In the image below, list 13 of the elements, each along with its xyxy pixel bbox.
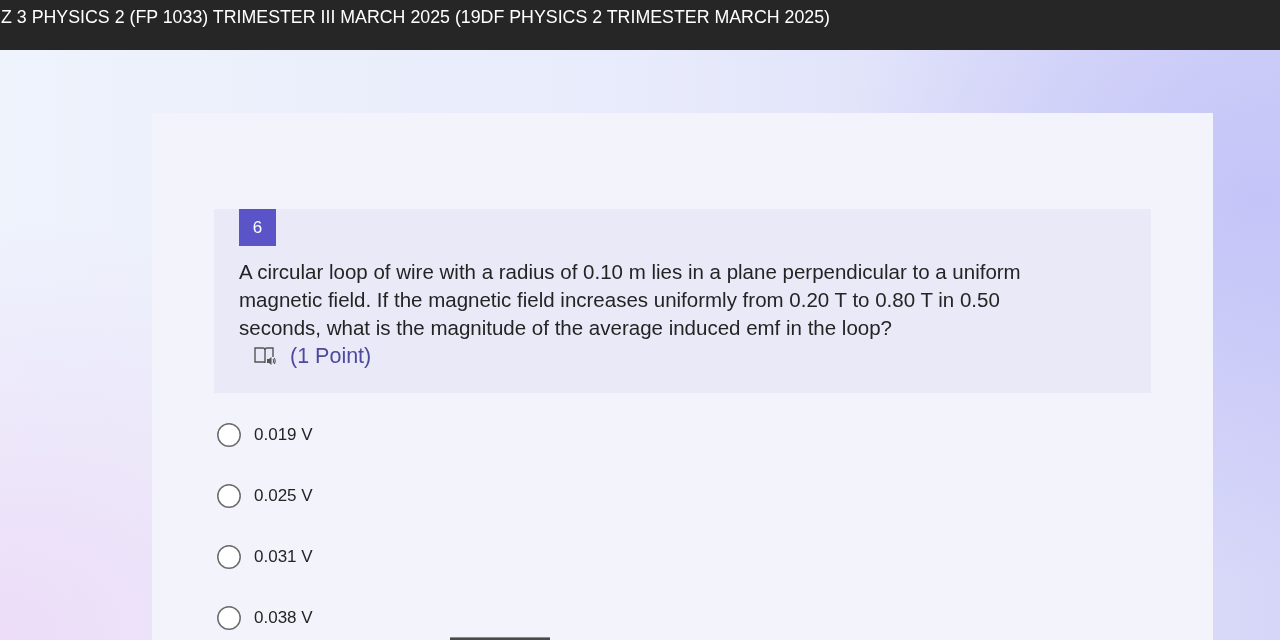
radio-button[interactable] — [217, 422, 241, 447]
answer-option[interactable]: 0.031 V — [217, 526, 313, 587]
answer-option[interactable]: 0.038 V — [217, 587, 313, 640]
radio-button[interactable] — [217, 544, 241, 569]
question-number: 6 — [239, 209, 276, 246]
radio-button[interactable] — [217, 605, 241, 630]
immersive-reader-icon[interactable] — [254, 346, 276, 366]
quiz-title: Z 3 PHYSICS 2 (FP 1033) TRIMESTER III MARCH 2025 (19DF PHYSICS 2 TRIMESTER MARCH 2025) — [1, 6, 831, 28]
answer-option[interactable]: 0.019 V — [217, 404, 313, 465]
radio-button[interactable] — [217, 483, 241, 508]
answer-option[interactable]: 0.025 V — [217, 465, 313, 526]
question-text: A circular loop of wire with a radius of 0.10 m lies in a plane perpendicular to a uniform magnetic field. If the magnetic field increases uniformly from 0.20 T to 0.80 T in 0.50 seconds, what is the magnitude of the average induced emf in the loop? — [239, 259, 1022, 341]
points-label: (1 Point) — [290, 343, 372, 369]
